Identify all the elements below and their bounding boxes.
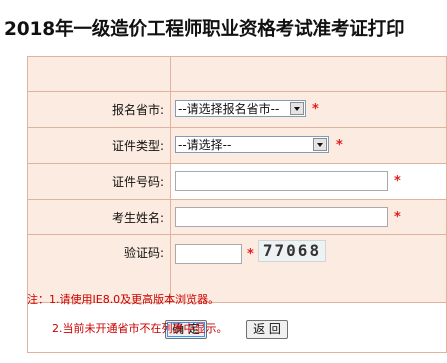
name-row: 考生姓名: * <box>27 199 447 235</box>
id-number-label: 证件号码: <box>27 163 171 200</box>
province-label: 报名省市: <box>27 91 171 128</box>
chevron-down-icon[interactable] <box>313 138 327 151</box>
id-type-required-star: * <box>336 138 343 153</box>
id-type-label: 证件类型: <box>27 127 171 164</box>
captcha-image[interactable]: 77068 <box>258 240 326 262</box>
form-spacer-row <box>27 56 447 92</box>
province-select[interactable]: --请选择报名省市-- <box>175 100 306 117</box>
note-province-availability: 2.当前未开通省市不在列表中显示。 <box>52 322 228 335</box>
province-required-star: * <box>312 102 319 117</box>
back-button[interactable]: 返 回 <box>246 320 288 339</box>
id-number-row: 证件号码: * <box>27 163 447 200</box>
id-number-input[interactable] <box>175 171 388 191</box>
id-type-row: 证件类型: --请选择-- * <box>27 127 447 164</box>
name-label: 考生姓名: <box>27 199 171 235</box>
id-type-select[interactable]: --请选择-- <box>175 136 329 153</box>
province-row: 报名省市: --请选择报名省市-- * <box>27 91 447 128</box>
id-type-select-value: --请选择-- <box>178 138 232 152</box>
captcha-input[interactable] <box>175 244 242 264</box>
admission-ticket-form: 报名省市: --请选择报名省市-- * 证件类型: --请选择-- * 证件号码… <box>27 56 447 353</box>
page-title: 2018年一级造价工程师职业资格考试准考证打印 <box>4 19 405 40</box>
name-required-star: * <box>394 210 401 225</box>
captcha-required-star: * <box>247 247 254 262</box>
province-select-value: --请选择报名省市-- <box>178 102 280 116</box>
chevron-down-icon[interactable] <box>290 102 304 115</box>
name-input[interactable] <box>175 207 388 227</box>
note-browser-requirement: 注：1.请使用IE8.0及更高版本浏览器。 <box>27 293 220 306</box>
id-number-required-star: * <box>394 174 401 189</box>
